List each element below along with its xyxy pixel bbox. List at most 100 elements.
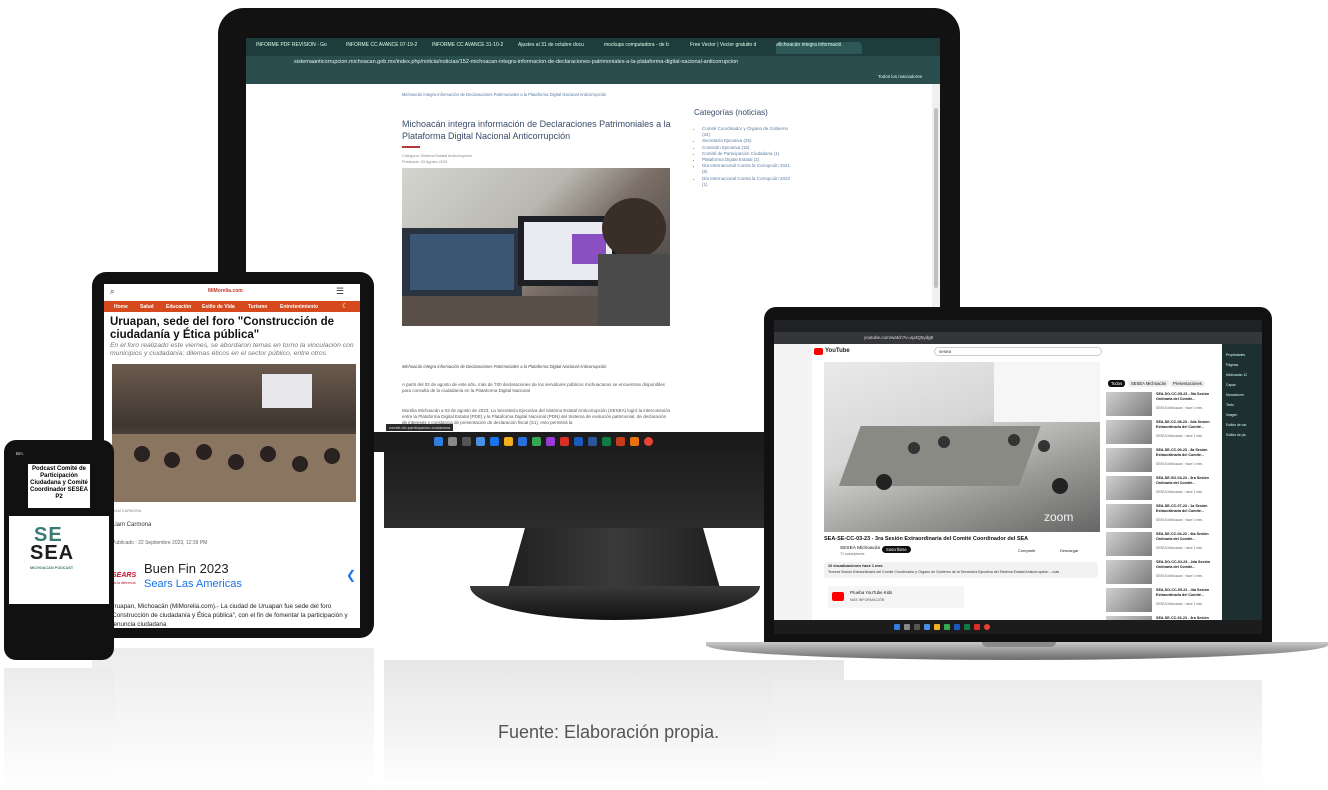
nav-item[interactable]: Home — [114, 304, 128, 310]
app-icon[interactable] — [490, 437, 499, 446]
app-icon[interactable] — [924, 624, 930, 630]
moon-icon[interactable]: ☾ — [342, 302, 348, 310]
related-video-item[interactable]: SEA-SE-CC-09-23 - 3a Sesión Extraordinar… — [1106, 448, 1218, 474]
source-caption: Fuente: Elaboración propia. — [498, 722, 720, 742]
panel-item[interactable]: Estilos de pá. — [1226, 430, 1247, 440]
youtube-kids-promo[interactable] — [828, 586, 964, 608]
filter-chip[interactable]: Todos — [1108, 380, 1126, 387]
folder-icon[interactable] — [934, 624, 940, 630]
app-icon[interactable] — [944, 624, 950, 630]
author-name[interactable]: Liam Carmona — [112, 522, 151, 528]
folder-icon[interactable] — [504, 437, 513, 446]
browser-tab[interactable]: mockups computadora - de b — [604, 42, 686, 54]
start-icon[interactable] — [434, 437, 443, 446]
tablet-reflection — [92, 648, 374, 790]
url-text[interactable]: sistemaanticorrupcion.michoacan.gob.mx/i… — [294, 59, 738, 65]
related-video-item[interactable]: SEA-SO-CC-05-22 - 4ta Sesión Extraordina… — [1106, 588, 1218, 614]
bookmarks-folder[interactable]: Todos los marcadores — [878, 74, 922, 79]
video-player[interactable] — [824, 362, 1100, 532]
browser-tab-bar — [774, 320, 1262, 332]
app-icon[interactable] — [616, 437, 625, 446]
channel-name[interactable]: SESEA Michoacán — [840, 546, 880, 551]
related-video-item[interactable]: SEA-SO-CC-05-23 - 5ta Sesión Ordinaria d… — [1106, 392, 1218, 418]
browser-tab[interactable]: INFORME PDF REVISIÓN - Go — [256, 42, 342, 54]
kids-promo-title: Prueba YouTube Kids — [850, 590, 893, 595]
nav-item[interactable]: Entretenimiento — [280, 304, 318, 310]
task-view-icon[interactable] — [462, 437, 471, 446]
word-icon[interactable] — [954, 624, 960, 630]
youtube-logo-icon[interactable] — [814, 348, 823, 355]
related-video-item[interactable]: SEA-SE-CC-04-22 - 4ta Sesión Ordinaria d… — [1106, 532, 1218, 558]
category-link[interactable]: Día Internacional Contra la Corrupción 2… — [702, 176, 792, 188]
app-icon[interactable] — [518, 437, 527, 446]
excel-icon[interactable] — [964, 624, 970, 630]
panel-item[interactable]: Texto — [1226, 400, 1247, 410]
browser-tab[interactable]: INFORME CC AVANCE 07-19-2 — [346, 42, 428, 54]
category-link[interactable]: Día Internacional Contra la Corrupción 2… — [702, 163, 792, 175]
article-date: Publicado: 03 Agosto 2023 — [402, 160, 448, 164]
menu-icon[interactable]: ☰ — [336, 286, 344, 297]
panel-item[interactable]: Imagen — [1226, 410, 1247, 420]
panel-item[interactable]: Capas — [1226, 380, 1247, 390]
task-view-icon[interactable] — [914, 624, 920, 630]
article-body: Uruapan, Michoacán (MiMorelia.com).- La … — [110, 603, 348, 628]
category-link[interactable]: Comité Coordinador y Órgano de Gobierno … — [702, 126, 792, 138]
bookmarks-bar — [246, 70, 940, 84]
search-icon[interactable] — [448, 437, 457, 446]
address-bar[interactable] — [774, 332, 1262, 344]
filter-chip[interactable]: SESEA Michoacán — [1128, 380, 1170, 387]
search-icon[interactable] — [904, 624, 910, 630]
subscribe-button[interactable]: Suscribirse — [882, 546, 911, 553]
nav-item[interactable]: Estilo de Vida — [202, 304, 235, 310]
browser-tab[interactable]: Free Vector | Vector gratuito d — [690, 42, 772, 54]
browser-tab-bar: INFORME PDF REVISIÓN - Go INFORME CC AVA… — [246, 38, 940, 56]
panel-item[interactable]: Estilos de car. — [1226, 420, 1247, 430]
app-icon[interactable] — [560, 437, 569, 446]
related-video-item[interactable]: SEA-SE-SO-03-23 - 3ra Sesión Ordinaria d… — [1106, 476, 1218, 502]
youtube-wordmark[interactable]: YouTube — [825, 348, 850, 354]
scrollbar-thumb[interactable] — [934, 108, 938, 288]
article-category: Categoría: Sistema Estatal Anticorrupció… — [402, 154, 473, 158]
video-thumbnail — [1106, 392, 1152, 416]
chrome-icon[interactable] — [644, 437, 653, 446]
panel-item[interactable]: Michoacán 12 — [1226, 370, 1247, 380]
site-logo[interactable]: MiMorelia.com — [208, 288, 243, 294]
browser-tab[interactable]: Ajustes al 31 de octubre docu — [518, 42, 600, 54]
app-icon[interactable] — [532, 437, 541, 446]
breadcrumb[interactable]: Michoacán integra información de Declara… — [402, 92, 606, 97]
browser-tab-active[interactable]: Michoacán integra informació — [776, 42, 862, 54]
phone-status-bar: Bm. — [16, 451, 25, 456]
url-text[interactable]: youtube.com/watch?v=sp4Q5ydg8 — [864, 335, 933, 340]
search-input[interactable]: sesea — [934, 347, 1102, 356]
nav-item[interactable]: Turismo — [248, 304, 267, 310]
panel-item[interactable]: Páginas — [1226, 360, 1247, 370]
nav-item[interactable]: Salud — [140, 304, 154, 310]
article-title: Michoacán integra información de Declara… — [402, 119, 671, 141]
chrome-icon[interactable] — [984, 624, 990, 630]
app-icon[interactable] — [588, 437, 597, 446]
ad-brand-logo[interactable]: SEARS — [112, 572, 136, 579]
browser-tab[interactable]: INFORME CC AVANCE 31-10-2 — [432, 42, 514, 54]
share-button[interactable]: Compartir — [1018, 548, 1036, 553]
chevron-left-icon[interactable]: ❮ — [346, 568, 356, 582]
download-button[interactable]: Descargar — [1060, 548, 1078, 553]
app-icon[interactable] — [476, 437, 485, 446]
ad-title[interactable]: Buen Fin 2023 — [144, 561, 229, 576]
panel-item[interactable]: Propiedades — [1226, 350, 1247, 360]
start-icon[interactable] — [894, 624, 900, 630]
related-video-item[interactable]: SEA-SE-CC-08-23 - 2da Sesión Extraordina… — [1106, 420, 1218, 446]
search-icon[interactable]: ⌕ — [110, 287, 114, 297]
related-video-item[interactable]: SEA-SE-CC-07-23 - 1a Sesión Extraordinar… — [1106, 504, 1218, 530]
word-icon[interactable] — [574, 437, 583, 446]
app-icon[interactable] — [630, 437, 639, 446]
app-icon[interactable] — [546, 437, 555, 446]
filter-chip[interactable]: Presentaciones — [1170, 380, 1205, 387]
nav-item[interactable]: Educación — [166, 304, 191, 310]
related-video-item[interactable]: SEA-SO-CC-02-23 - 2da Sesión Ordinaria d… — [1106, 560, 1218, 586]
app-icon[interactable] — [974, 624, 980, 630]
excel-icon[interactable] — [602, 437, 611, 446]
panel-item[interactable]: Marcadores — [1226, 390, 1247, 400]
laptop-screen: youtube.com/watch?v=sp4Q5ydg8 YouTube se… — [774, 320, 1262, 634]
ad-subtitle[interactable]: Sears Las Americas — [144, 578, 242, 590]
kids-promo-link[interactable]: MÁS INFORMACIÓN — [850, 598, 884, 602]
